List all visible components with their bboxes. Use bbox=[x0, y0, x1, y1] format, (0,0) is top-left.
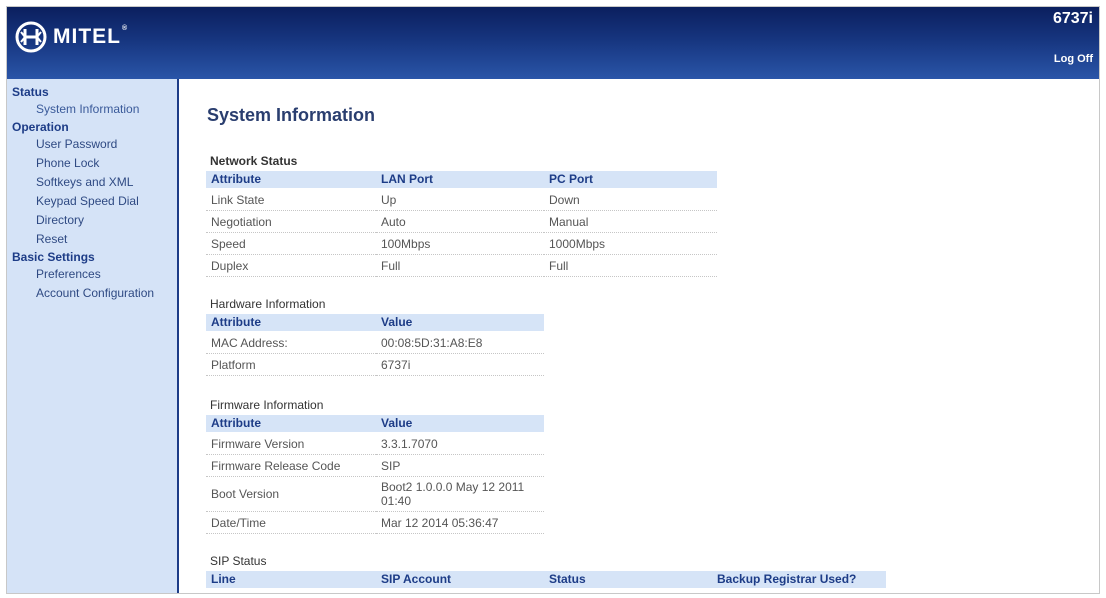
table-cell: Link State bbox=[206, 188, 376, 211]
mitel-logo-icon bbox=[15, 21, 47, 53]
column-header: Value bbox=[376, 314, 544, 332]
page-title: System Information bbox=[207, 105, 376, 125]
brand-trademark: ® bbox=[122, 25, 129, 32]
table-row: Firmware Release Code SIP bbox=[206, 454, 544, 477]
table-cell: Date/Time bbox=[206, 511, 376, 534]
sidebar-item-preferences[interactable]: Preferences bbox=[7, 265, 177, 284]
table-cell: MAC Address: bbox=[206, 331, 376, 354]
table-row: Date/Time Mar 12 2014 05:36:47 bbox=[206, 511, 544, 534]
sidebar-item-keypad-speed-dial[interactable]: Keypad Speed Dial bbox=[7, 192, 177, 211]
table-row: Boot Version Boot2 1.0.0.0 May 12 2011 0… bbox=[206, 476, 544, 512]
network-status-table: Attribute LAN Port PC Port Link State Up… bbox=[206, 171, 717, 277]
phone-model: 6737i bbox=[1052, 10, 1093, 27]
table-cell: Platform bbox=[206, 353, 376, 376]
header-bar: MITEL® 6737i Log Off bbox=[7, 7, 1099, 79]
table-cell: Full bbox=[376, 254, 544, 277]
table-header-row: Attribute Value bbox=[206, 314, 544, 332]
table-cell: Manual bbox=[544, 210, 717, 233]
table-header-row: Attribute LAN Port PC Port bbox=[206, 171, 717, 189]
sip-status-table: Line SIP Account Status Backup Registrar… bbox=[206, 571, 886, 589]
table-row: Link State Up Down bbox=[206, 188, 717, 211]
column-header: SIP Account bbox=[376, 571, 544, 589]
sidebar-item-reset[interactable]: Reset bbox=[7, 230, 177, 249]
table-row: Firmware Version 3.3.1.7070 bbox=[206, 432, 544, 455]
column-header: Attribute bbox=[206, 415, 376, 433]
column-header: PC Port bbox=[544, 171, 717, 189]
sidebar-item-softkeys-xml[interactable]: Softkeys and XML bbox=[7, 173, 177, 192]
table-cell: SIP bbox=[376, 454, 544, 477]
nav-section-status[interactable]: Status bbox=[7, 84, 177, 100]
nav-section-basic-settings[interactable]: Basic Settings bbox=[7, 249, 177, 265]
column-header: Backup Registrar Used? bbox=[712, 571, 886, 589]
nav-section-operation[interactable]: Operation bbox=[7, 119, 177, 135]
sip-status-title: SIP Status bbox=[210, 554, 267, 568]
table-cell: 3.3.1.7070 bbox=[376, 432, 544, 455]
brand-name: MITEL bbox=[53, 25, 121, 48]
column-header: Attribute bbox=[206, 314, 376, 332]
sidebar-nav: Status System Information Operation User… bbox=[7, 79, 179, 593]
table-header-row: Line SIP Account Status Backup Registrar… bbox=[206, 571, 886, 589]
table-cell: Duplex bbox=[206, 254, 376, 277]
sidebar-item-user-password[interactable]: User Password bbox=[7, 135, 177, 154]
column-header: Status bbox=[544, 571, 712, 589]
table-cell: Up bbox=[376, 188, 544, 211]
table-cell: Speed bbox=[206, 232, 376, 255]
firmware-info-title: Firmware Information bbox=[210, 398, 324, 412]
table-cell: Firmware Release Code bbox=[206, 454, 376, 477]
network-status-title: Network Status bbox=[210, 154, 298, 168]
firmware-info-table: Attribute Value Firmware Version 3.3.1.7… bbox=[206, 415, 544, 534]
column-header: Line bbox=[206, 571, 376, 589]
column-header: LAN Port bbox=[376, 171, 544, 189]
table-cell: Auto bbox=[376, 210, 544, 233]
table-cell: Down bbox=[544, 188, 717, 211]
table-cell: 100Mbps bbox=[376, 232, 544, 255]
table-cell: Boot2 1.0.0.0 May 12 2011 01:40 bbox=[376, 476, 544, 512]
hardware-info-title: Hardware Information bbox=[210, 297, 326, 311]
table-cell: Mar 12 2014 05:36:47 bbox=[376, 511, 544, 534]
hardware-info-table: Attribute Value MAC Address: 00:08:5D:31… bbox=[206, 314, 544, 376]
sidebar-item-system-information[interactable]: System Information bbox=[7, 100, 177, 119]
table-row: Speed 100Mbps 1000Mbps bbox=[206, 232, 717, 255]
sidebar-item-account-configuration[interactable]: Account Configuration bbox=[7, 284, 177, 303]
log-off-link[interactable]: Log Off bbox=[1054, 53, 1093, 65]
table-cell: Full bbox=[544, 254, 717, 277]
table-row: Duplex Full Full bbox=[206, 254, 717, 277]
table-cell: 1000Mbps bbox=[544, 232, 717, 255]
page-frame: MITEL® 6737i Log Off Status System Infor… bbox=[6, 6, 1100, 594]
table-cell: Boot Version bbox=[206, 476, 376, 512]
table-cell: 00:08:5D:31:A8:E8 bbox=[376, 331, 544, 354]
table-cell: 6737i bbox=[376, 353, 544, 376]
table-cell: Firmware Version bbox=[206, 432, 376, 455]
table-row: MAC Address: 00:08:5D:31:A8:E8 bbox=[206, 331, 544, 354]
column-header: Value bbox=[376, 415, 544, 433]
table-row: Negotiation Auto Manual bbox=[206, 210, 717, 233]
sidebar-item-phone-lock[interactable]: Phone Lock bbox=[7, 154, 177, 173]
table-cell: Negotiation bbox=[206, 210, 376, 233]
sidebar-item-directory[interactable]: Directory bbox=[7, 211, 177, 230]
table-header-row: Attribute Value bbox=[206, 415, 544, 433]
mitel-logo: MITEL® bbox=[15, 21, 128, 53]
column-header: Attribute bbox=[206, 171, 376, 189]
table-row: Platform 6737i bbox=[206, 353, 544, 376]
